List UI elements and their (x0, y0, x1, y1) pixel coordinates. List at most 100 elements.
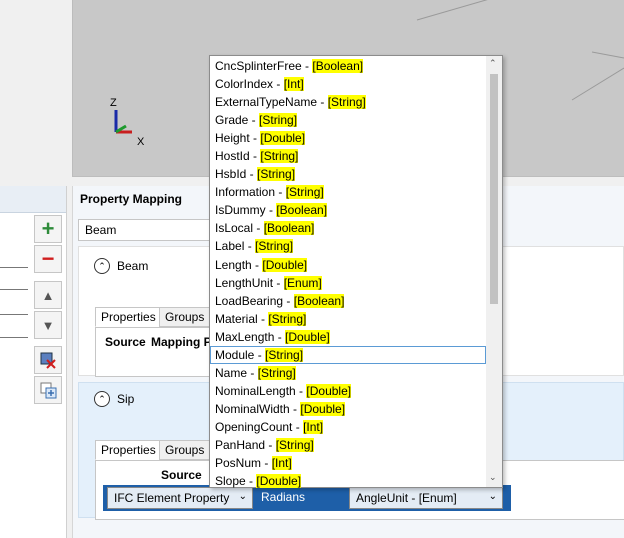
item-name: Height - (215, 131, 261, 146)
item-type: [Boolean] (293, 293, 345, 308)
item-type: [Double] (306, 383, 352, 398)
collapse-beam-button[interactable]: ⌃ (94, 258, 110, 274)
dropdown-item[interactable]: Information - [String] (210, 183, 486, 201)
item-type: [String] (285, 185, 324, 200)
dropdown-items: CncSplinterFree - [Boolean] ColorIndex - … (210, 57, 486, 490)
left-panel-header (0, 186, 66, 213)
dropdown-item[interactable]: Length - [Double] (210, 256, 486, 274)
tab-groups[interactable]: Groups (159, 307, 211, 327)
move-up-button[interactable]: ▲ (34, 281, 62, 309)
target-property-dropdown-list[interactable]: CncSplinterFree - [Boolean] ColorIndex - … (209, 55, 503, 490)
item-type: [String] (275, 437, 314, 452)
scroll-up-icon[interactable]: ⌃ (489, 58, 497, 69)
item-type: [String] (257, 167, 296, 182)
item-name: NominalLength - (215, 383, 307, 398)
dropdown-item[interactable]: Height - [Double] (210, 129, 486, 147)
panel-title: Property Mapping (80, 192, 183, 206)
item-name: NominalWidth - (215, 401, 301, 416)
source-type-value: IFC Element Property (114, 491, 230, 505)
dropdown-scrollbar[interactable]: ⌃ ⌄ (486, 56, 502, 487)
item-name: HostId - (215, 149, 261, 164)
dropdown-item[interactable]: LoadBearing - [Boolean] (210, 292, 486, 310)
remove-button[interactable]: − (34, 245, 62, 273)
chevron-up-icon: ⌃ (98, 260, 106, 271)
grid-line (0, 267, 28, 268)
dropdown-item[interactable]: OpeningCount - [Int] (210, 418, 486, 436)
dropdown-item[interactable]: Module - [String] (210, 345, 486, 364)
tab-properties[interactable]: Properties (95, 440, 162, 460)
tab-groups[interactable]: Groups (159, 440, 211, 460)
dropdown-item[interactable]: ColorIndex - [Int] (210, 75, 486, 93)
item-name: IsLocal - (215, 221, 264, 236)
item-name: LengthUnit - (215, 275, 284, 290)
item-name: Slope - (215, 474, 257, 489)
item-type: [Double] (262, 257, 308, 272)
dropdown-item[interactable]: PosNum - [Int] (210, 454, 486, 472)
item-name: ColorIndex - (215, 77, 284, 92)
dropdown-item[interactable]: NominalWidth - [Double] (210, 400, 486, 418)
column-mapping: Mapping P (151, 335, 212, 349)
axis-x-label: X (137, 136, 145, 148)
dropdown-item[interactable]: PanHand - [String] (210, 436, 486, 454)
axis-z-label: Z (110, 97, 117, 109)
item-name: Material - (215, 311, 269, 326)
dropdown-item[interactable]: IsLocal - [Boolean] (210, 219, 486, 237)
arrow-up-icon: ▲ (41, 287, 55, 303)
delete-mapping-button[interactable] (34, 346, 62, 374)
item-type: [Double] (300, 401, 346, 416)
item-type: [Boolean] (312, 59, 364, 73)
beam-label: Beam (117, 259, 149, 273)
item-name: HsbId - (215, 167, 258, 182)
item-type: [Double] (260, 131, 306, 146)
item-type: [Int] (271, 456, 292, 471)
item-name: Length - (215, 257, 263, 272)
item-name: PanHand - (215, 437, 276, 452)
dropdown-item[interactable]: ExternalTypeName - [String] (210, 93, 486, 111)
chevron-up-icon: ⌃ (98, 393, 106, 404)
item-type: [Double] (285, 329, 330, 344)
add-mapping-icon (40, 382, 57, 399)
grid-line (0, 337, 28, 338)
item-name: IsDummy - (215, 203, 277, 218)
item-name: ExternalTypeName - (215, 95, 328, 110)
dropdown-item[interactable]: NominalLength - [Double] (210, 382, 486, 400)
target-property-value: AngleUnit - [Enum] (356, 491, 457, 505)
tab-properties[interactable]: Properties (95, 307, 162, 327)
scroll-down-icon[interactable]: ⌄ (489, 472, 497, 483)
move-down-button[interactable]: ▼ (34, 311, 62, 339)
add-mapping-button[interactable] (34, 376, 62, 404)
source-type-select[interactable]: IFC Element Property ⌄ (107, 487, 253, 509)
source-value-cell[interactable]: Radians (255, 487, 347, 509)
item-type: [String] (260, 149, 299, 164)
dropdown-item[interactable]: Label - [String] (210, 237, 486, 255)
target-property-select[interactable]: AngleUnit - [Enum] ⌄ (349, 487, 503, 509)
collapse-sip-button[interactable]: ⌃ (94, 391, 110, 407)
dropdown-item[interactable]: Slope - [Double] (210, 472, 486, 490)
dropdown-item[interactable]: LengthUnit - [Enum] (210, 274, 486, 292)
item-type: [String] (327, 95, 366, 110)
dropdown-item[interactable]: CncSplinterFree - [Boolean] (210, 57, 486, 75)
item-type: [Boolean] (263, 221, 315, 236)
column-source: Source (161, 468, 202, 482)
chevron-down-icon: ⌄ (238, 491, 247, 502)
item-name: Module - (215, 347, 266, 362)
column-source: Source (105, 335, 146, 349)
dropdown-item[interactable]: HostId - [String] (210, 147, 486, 165)
minus-icon: − (41, 246, 55, 271)
dropdown-item[interactable]: Material - [String] (210, 310, 486, 328)
item-type: [String] (265, 347, 304, 362)
dropdown-item[interactable]: Grade - [String] (210, 111, 486, 129)
item-type: [String] (268, 311, 307, 326)
dropdown-item[interactable]: IsDummy - [Boolean] (210, 201, 486, 219)
item-type: [String] (257, 365, 296, 380)
dropdown-item[interactable]: Name - [String] (210, 364, 486, 382)
scrollbar-thumb[interactable] (490, 74, 498, 304)
grid-line (0, 314, 28, 315)
dropdown-item[interactable]: HsbId - [String] (210, 165, 486, 183)
element-type-select[interactable]: Beam (78, 219, 218, 241)
plus-icon: + (41, 216, 55, 241)
item-name: Name - (215, 365, 258, 380)
dropdown-item[interactable]: MaxLength - [Double] (210, 328, 486, 346)
add-button[interactable]: + (34, 215, 62, 243)
item-type: [String] (255, 239, 294, 254)
